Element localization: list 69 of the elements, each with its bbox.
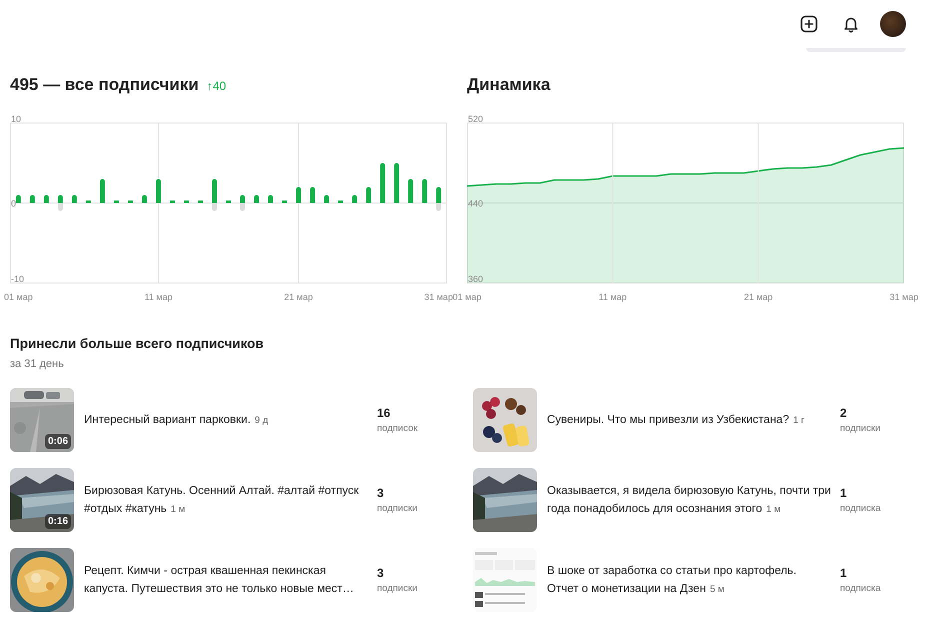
count-label: подписка	[840, 582, 881, 596]
axis-label: 21 мар	[744, 292, 773, 302]
axis-label: 01 мар	[452, 292, 482, 302]
period-label: за 31 день	[9, 356, 65, 372]
chart-bar	[142, 194, 147, 202]
subscriber-count: 16	[377, 405, 392, 422]
axis-label: 440	[468, 198, 484, 208]
axis-label: 360	[468, 274, 484, 284]
chart-bar	[30, 194, 35, 202]
chart-bar	[324, 194, 330, 202]
axis-label: 11 мар	[144, 292, 172, 302]
post-title[interactable]: В шоке от заработка со статьи про картофель. Отчет о монетизации на Дзен 5 м	[547, 562, 831, 599]
zero-marker	[170, 200, 175, 202]
section-title: Принесли больше всего подписчиков	[9, 334, 265, 353]
chart-bar	[16, 194, 21, 202]
video-duration: 0:06	[44, 434, 71, 450]
axis-label: 11 мар	[598, 292, 627, 302]
count-label: подписки	[840, 422, 880, 436]
change-value: ↑40	[206, 78, 226, 95]
count-label: подписок	[377, 422, 418, 436]
zero-marker	[128, 200, 133, 202]
chart-bar	[366, 186, 372, 202]
axis-label: 31 мар	[890, 292, 918, 302]
axis-label: 520	[468, 114, 484, 124]
zero-marker	[226, 200, 231, 202]
video-duration: 0:16	[44, 514, 71, 530]
axis-label: 31 мар	[424, 292, 453, 302]
count-label: подписки	[377, 502, 418, 516]
chart-bar	[44, 194, 49, 202]
post-title[interactable]: Сувениры. Что мы привезли из Узбекистана? 1 г	[547, 410, 831, 430]
chart-bar	[100, 178, 105, 202]
subscriber-count: 2	[840, 405, 848, 422]
panel-title: Динамика	[467, 74, 550, 96]
post-title[interactable]: Рецепт. Кимчи - острая квашенная пекинская капуста. Путешествия это не только новые мест…	[84, 562, 368, 598]
axis-label: 0	[11, 198, 16, 208]
subscriber-count: 1	[840, 565, 848, 582]
chart-bar	[296, 186, 302, 202]
axis-label: 21 мар	[284, 292, 313, 302]
chart-bar	[254, 194, 260, 202]
post-title[interactable]: Интересный вариант парковки. 9 д	[84, 410, 368, 430]
chart-bar	[408, 178, 414, 202]
axis-label: 10	[11, 114, 22, 124]
chart-bar	[156, 178, 161, 202]
subscriber-count: 1	[840, 485, 848, 502]
panel-title: 495 — все подписчики	[10, 74, 199, 96]
chart-bar	[72, 194, 77, 202]
count-label: подписка	[840, 502, 881, 516]
avatar[interactable]	[880, 11, 906, 37]
post-title[interactable]: Бирюзовая Катунь. Осенний Алтай. #алтай #отпуск #отдых #катунь 1 м	[84, 482, 368, 519]
subscriber-count: 3	[377, 565, 385, 582]
count-label: подписки	[377, 582, 418, 596]
bell-icon	[842, 15, 860, 33]
zero-marker	[198, 200, 203, 202]
zero-marker	[184, 200, 189, 202]
zero-marker	[282, 200, 288, 202]
axis-label: 01 мар	[4, 292, 33, 302]
subscriber-count: 3	[377, 485, 385, 502]
chart-bar	[394, 162, 400, 202]
zero-marker	[114, 200, 119, 202]
post-title[interactable]: Оказывается, я видела бирюзовую Катунь, почти три года понадобилось для осознания этого 1 м	[547, 482, 831, 519]
chart-bar	[352, 194, 358, 202]
zero-marker	[86, 200, 91, 202]
chart-bar	[268, 194, 274, 202]
chart-bar	[422, 178, 428, 202]
zero-marker	[338, 200, 344, 202]
axis-label: -10	[11, 274, 24, 284]
chart-bar	[310, 186, 316, 202]
chart-bar	[380, 162, 386, 202]
plus-icon	[800, 15, 818, 33]
